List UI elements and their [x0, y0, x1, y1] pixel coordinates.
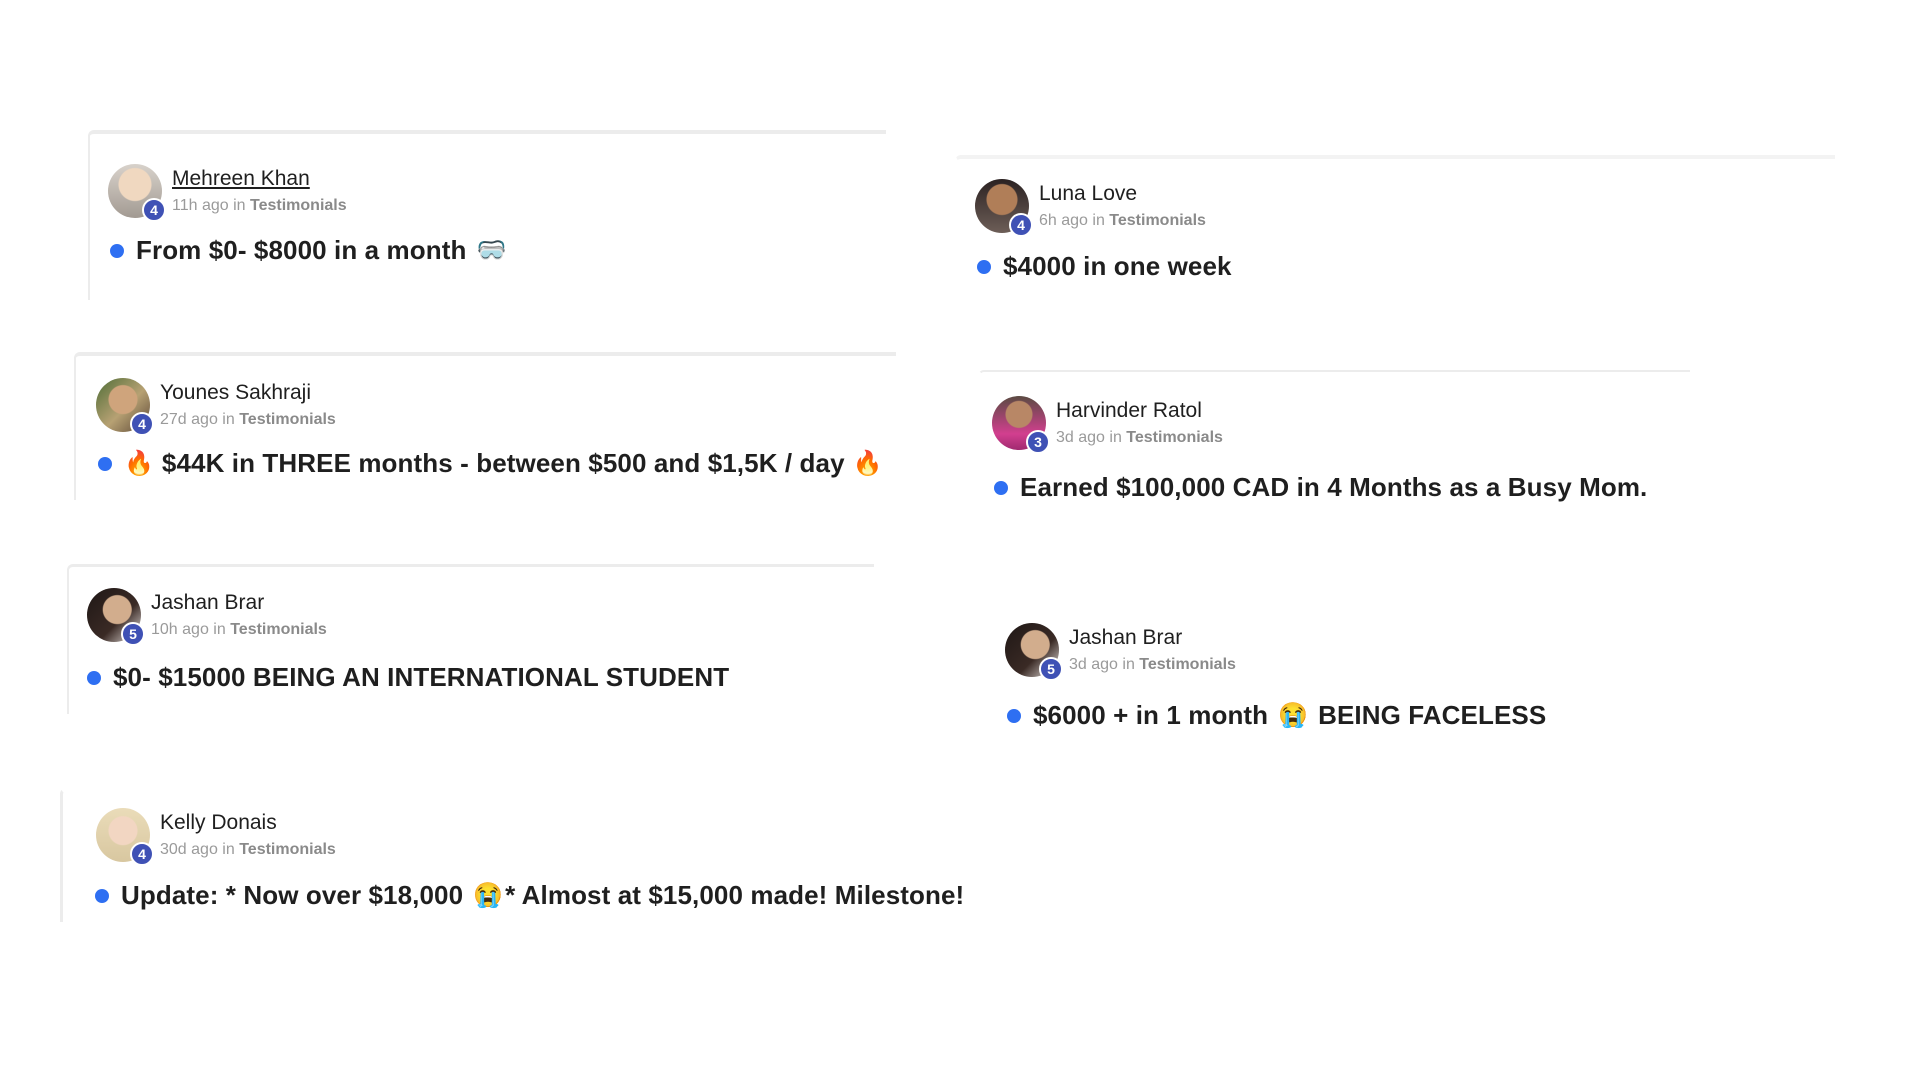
fire-emoji-icon: 🔥 [124, 449, 154, 477]
post-title[interactable]: $4000 in one week [1003, 251, 1232, 282]
author-name[interactable]: Luna Love [1039, 181, 1206, 207]
post-header: 4 Kelly Donais 30d ago in Testimonials [96, 808, 336, 866]
avatar[interactable]: 4 [96, 808, 154, 866]
author-name[interactable]: Kelly Donais [160, 810, 336, 836]
post-title-row[interactable]: $0- $15000 BEING AN INTERNATIONAL STUDEN… [87, 662, 729, 693]
post-time: 3d ago [1056, 429, 1105, 446]
category-link[interactable]: Testimonials [230, 621, 327, 638]
author-name[interactable]: Harvinder Ratol [1056, 398, 1223, 424]
post-subline: 10h ago in Testimonials [151, 619, 327, 641]
post-title-part2[interactable]: * Almost at $15,000 made! Milestone! [505, 880, 964, 911]
post-title[interactable]: $0- $15000 BEING AN INTERNATIONAL STUDEN… [113, 662, 729, 693]
post-card[interactable]: 3 Harvinder Ratol 3d ago in Testimonials… [978, 370, 1690, 520]
post-subline: 3d ago in Testimonials [1056, 427, 1223, 449]
crying-face-emoji-icon: 😭 [473, 881, 504, 909]
post-subline: 3d ago in Testimonials [1069, 654, 1236, 676]
post-title[interactable]: $44K in THREE months - between $500 and … [162, 448, 845, 479]
crying-face-emoji-icon: 😭 [1278, 701, 1309, 729]
post-meta: Jashan Brar 10h ago in Testimonials [151, 590, 327, 641]
post-time: 11h ago [172, 197, 229, 214]
post-time: 30d ago [160, 841, 218, 858]
fire-emoji-icon: 🔥 [852, 449, 883, 477]
post-card[interactable]: 4 Mehreen Khan 11h ago in Testimonials F… [88, 130, 886, 300]
level-badge: 5 [121, 622, 145, 646]
post-title-row[interactable]: Earned $100,000 CAD in 4 Months as a Bus… [994, 472, 1647, 503]
post-title[interactable]: From $0- $8000 in a month [136, 235, 466, 266]
post-title-part1[interactable]: Update: * Now over $18,000 [121, 880, 463, 911]
post-subline: 11h ago in Testimonials [172, 195, 347, 217]
avatar[interactable]: 5 [1005, 623, 1063, 681]
unread-dot [994, 480, 1008, 495]
post-card[interactable]: 4 Younes Sakhraji 27d ago in Testimonial… [74, 352, 896, 500]
post-title-row[interactable]: $4000 in one week [977, 251, 1232, 282]
post-header: 4 Luna Love 6h ago in Testimonials [975, 179, 1206, 237]
post-subline: 30d ago in Testimonials [160, 839, 336, 861]
category-link[interactable]: Testimonials [239, 841, 336, 858]
category-link[interactable]: Testimonials [239, 411, 336, 428]
in-label: in [233, 197, 246, 214]
avatar[interactable]: 3 [992, 396, 1050, 454]
post-time: 6h ago [1039, 212, 1088, 229]
category-link[interactable]: Testimonials [1126, 429, 1223, 446]
post-time: 10h ago [151, 621, 209, 638]
post-header: 5 Jashan Brar 10h ago in Testimonials [87, 588, 327, 646]
post-meta: Mehreen Khan 11h ago in Testimonials [172, 166, 347, 217]
post-time: 3d ago [1069, 656, 1118, 673]
in-label: in [1092, 212, 1105, 229]
post-header: 4 Younes Sakhraji 27d ago in Testimonial… [96, 378, 336, 436]
author-name[interactable]: Younes Sakhraji [160, 380, 336, 406]
post-subline: 6h ago in Testimonials [1039, 210, 1206, 232]
unread-dot [87, 670, 101, 685]
post-header: 4 Mehreen Khan 11h ago in Testimonials [108, 164, 347, 222]
post-meta: Harvinder Ratol 3d ago in Testimonials [1056, 398, 1223, 449]
post-meta: Jashan Brar 3d ago in Testimonials [1069, 625, 1236, 676]
author-name[interactable]: Jashan Brar [151, 590, 327, 616]
in-label: in [1109, 429, 1122, 446]
post-card[interactable]: 4 Kelly Donais 30d ago in Testimonials U… [60, 788, 964, 922]
level-badge: 4 [1009, 213, 1033, 237]
post-title-row[interactable]: $6000 + in 1 month 😭 BEING FACELESS [1007, 700, 1546, 731]
author-name[interactable]: Mehreen Khan [172, 166, 347, 192]
unread-dot [95, 888, 109, 903]
post-title[interactable]: Earned $100,000 CAD in 4 Months as a Bus… [1020, 472, 1647, 503]
unread-dot [98, 456, 112, 471]
in-label: in [222, 411, 235, 428]
in-label: in [1122, 656, 1135, 673]
avatar[interactable]: 4 [108, 164, 166, 222]
avatar[interactable]: 4 [975, 179, 1033, 237]
avatar[interactable]: 4 [96, 378, 154, 436]
post-header: 5 Jashan Brar 3d ago in Testimonials [1005, 623, 1236, 681]
post-title-row[interactable]: Update: * Now over $18,000 😭 * Almost at… [95, 880, 964, 911]
unread-dot [1007, 708, 1021, 723]
post-card[interactable]: 5 Jashan Brar 3d ago in Testimonials $60… [985, 605, 1705, 755]
in-label: in [213, 621, 226, 638]
post-time: 27d ago [160, 411, 218, 428]
category-link[interactable]: Testimonials [1139, 656, 1236, 673]
post-header: 3 Harvinder Ratol 3d ago in Testimonials [992, 396, 1223, 454]
post-card[interactable]: 4 Luna Love 6h ago in Testimonials $4000… [955, 155, 1835, 325]
level-badge: 4 [142, 198, 166, 222]
in-label: in [222, 841, 235, 858]
post-subline: 27d ago in Testimonials [160, 409, 336, 431]
author-name[interactable]: Jashan Brar [1069, 625, 1236, 651]
goggles-emoji-icon: 🥽 [476, 236, 507, 264]
post-title-part2[interactable]: BEING FACELESS [1318, 700, 1546, 731]
post-title-part1[interactable]: $6000 + in 1 month [1033, 700, 1268, 731]
category-link[interactable]: Testimonials [1109, 212, 1206, 229]
post-meta: Kelly Donais 30d ago in Testimonials [160, 810, 336, 861]
level-badge: 5 [1039, 657, 1063, 681]
level-badge: 3 [1026, 430, 1050, 454]
unread-dot [110, 243, 124, 258]
post-meta: Younes Sakhraji 27d ago in Testimonials [160, 380, 336, 431]
avatar[interactable]: 5 [87, 588, 145, 646]
level-badge: 4 [130, 842, 154, 866]
post-meta: Luna Love 6h ago in Testimonials [1039, 181, 1206, 232]
category-link[interactable]: Testimonials [250, 197, 347, 214]
post-title-row[interactable]: From $0- $8000 in a month 🥽 [110, 235, 506, 266]
post-card[interactable]: 5 Jashan Brar 10h ago in Testimonials $0… [67, 564, 874, 714]
unread-dot [977, 259, 991, 274]
level-badge: 4 [130, 412, 154, 436]
post-title-row[interactable]: 🔥 $44K in THREE months - between $500 an… [98, 448, 883, 479]
